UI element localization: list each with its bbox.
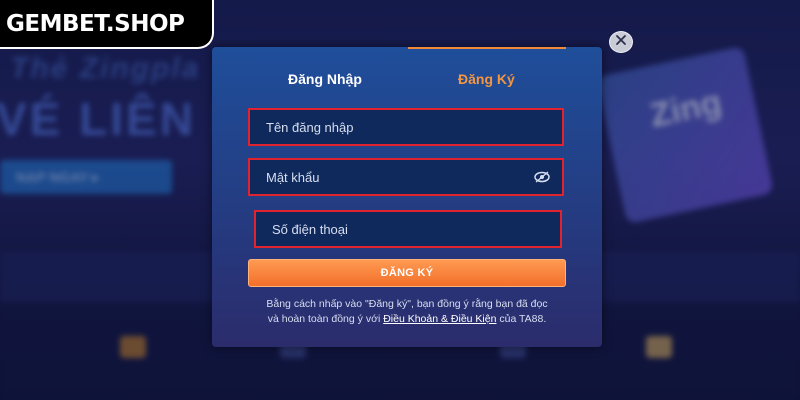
terms-line2-prefix: và hoàn toàn đồng ý với: [267, 313, 384, 325]
terms-line2-suffix: của TA88.: [496, 313, 547, 325]
phone-placeholder: Số điện thoại: [272, 221, 348, 237]
background-nav-icon: [646, 336, 672, 358]
terms-line2: và hoàn toàn đồng ý với Điều Khoản & Điề…: [232, 312, 582, 327]
terms-notice: Bằng cách nhấp vào "Đăng ký", bạn đồng ý…: [232, 297, 582, 327]
terms-line1: Bằng cách nhấp vào "Đăng ký", bạn đồng ý…: [266, 298, 548, 310]
site-logo[interactable]: GEMBET.SHOP: [0, 0, 214, 49]
site-logo-text: GEMBET.SHOP: [6, 10, 185, 37]
close-button[interactable]: [609, 31, 633, 53]
active-tab-indicator: [408, 47, 566, 49]
background-nav-icon: [120, 336, 146, 358]
register-button[interactable]: ĐĂNG KÝ: [248, 259, 566, 287]
close-icon: [615, 33, 627, 51]
username-placeholder: Tên đăng nhập: [266, 119, 354, 135]
register-modal: Đăng Nhập Đăng Ký Tên đăng nhập Mật khẩu…: [212, 47, 602, 347]
background-topup-button: NẠP NGAY ▸: [0, 160, 172, 194]
username-field[interactable]: Tên đăng nhập: [248, 108, 564, 146]
tab-login[interactable]: Đăng Nhập: [288, 71, 362, 87]
password-field[interactable]: Mật khẩu: [248, 158, 564, 196]
background-card: [596, 46, 774, 224]
terms-link[interactable]: Điều Khoản & Điều Kiện: [383, 313, 496, 325]
background-headline: Thẻ Zingpla: [10, 52, 201, 85]
phone-field[interactable]: Số điện thoại: [254, 210, 562, 248]
tab-register[interactable]: Đăng Ký: [458, 71, 515, 87]
password-placeholder: Mật khẩu: [266, 169, 320, 185]
eye-icon[interactable]: [534, 170, 550, 184]
background-headline-large: VÉ LIÊN N: [0, 93, 248, 145]
